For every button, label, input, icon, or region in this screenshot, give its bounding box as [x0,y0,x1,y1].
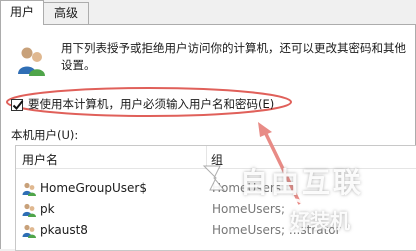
watermark-badge-text: 好装机 [290,209,350,233]
require-login-label[interactable]: 要使用本计算机，用户必须输入用户名和密码(E) [28,96,274,112]
table-row[interactable]: pkaust8 HomeUsers; ...strator [16,220,416,240]
tab-strip: 用户 高级 [0,0,416,25]
user-group: HomeUsers; [212,202,286,216]
checkmark-icon [12,100,24,110]
username: HomeGroupUser$ [40,181,147,195]
username: pkaust8 [40,223,88,237]
watermark-logo-icon [202,165,226,191]
local-users-label: 本机用户(U): [11,128,79,142]
user-icon [22,182,36,196]
column-header-username[interactable]: 用户名 [22,151,58,168]
tab-users[interactable]: 用户 [0,0,44,25]
table-row[interactable]: pk HomeUsers; [16,199,416,219]
description-text: 用下列表授予或拒绝用户访问你的计算机，还可以更改其密码和其他设置。 [61,41,406,72]
username: pk [40,202,55,216]
tab-advanced[interactable]: 高级 [43,2,89,24]
user-icon [22,203,36,217]
user-icon [22,224,36,238]
users-icon [18,47,45,76]
require-login-checkbox[interactable] [11,99,24,111]
users-panel: 用下列表授予或拒绝用户访问你的计算机，还可以更改其密码和其他设置。 要使用本计算… [0,24,416,251]
